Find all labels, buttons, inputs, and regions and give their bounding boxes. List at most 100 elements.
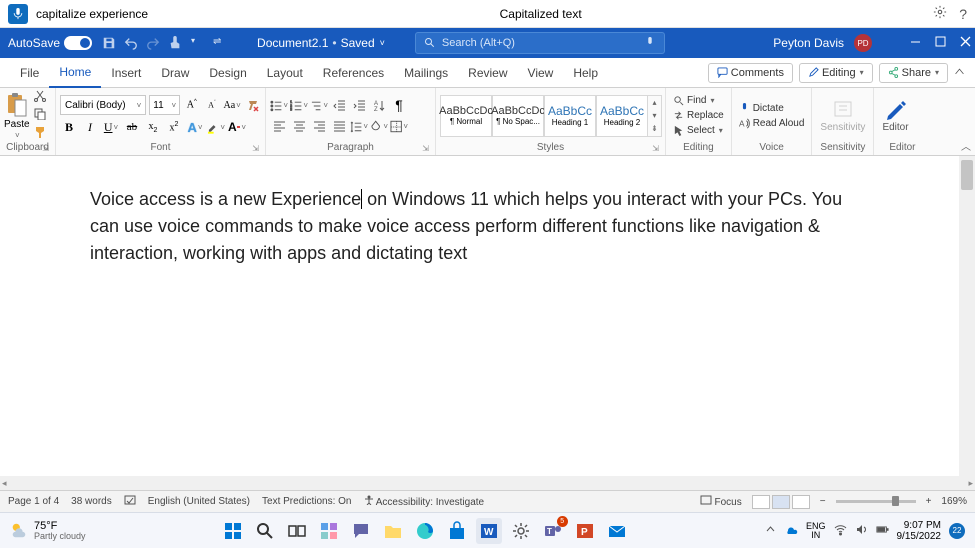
onedrive-icon[interactable] bbox=[785, 523, 798, 539]
multilevel-icon[interactable]: ˅ bbox=[310, 96, 328, 114]
collapse-ribbon-icon[interactable]: ︿ bbox=[961, 138, 971, 153]
clear-format-icon[interactable] bbox=[244, 96, 261, 114]
qat-dropdown-icon[interactable]: ▾ bbox=[191, 36, 205, 50]
align-right-icon[interactable] bbox=[310, 117, 328, 135]
style-heading2[interactable]: AaBbCcHeading 2 bbox=[596, 95, 648, 137]
strikethrough-icon[interactable]: ab bbox=[123, 118, 141, 136]
styles-more-icon[interactable]: ⇟ bbox=[648, 122, 661, 135]
launcher-icon[interactable]: ⇲ bbox=[422, 144, 429, 153]
paste-button[interactable]: Paste˅ bbox=[4, 92, 30, 140]
comments-button[interactable]: Comments bbox=[708, 63, 793, 83]
edge-icon[interactable] bbox=[412, 518, 438, 544]
share-button[interactable]: Share▾ bbox=[879, 63, 948, 83]
italic-icon[interactable]: I bbox=[81, 118, 99, 136]
document-title[interactable]: Document2.1 • Saved ˅ bbox=[257, 36, 385, 50]
tab-insert[interactable]: Insert bbox=[101, 58, 151, 88]
search-box[interactable]: Search (Alt+Q) bbox=[415, 32, 665, 54]
styles-gallery[interactable]: AaBbCcDc¶ Normal AaBbCcDc¶ No Spac... Aa… bbox=[440, 95, 662, 137]
styles-down-icon[interactable]: ▾ bbox=[648, 109, 661, 122]
replace-button[interactable]: Replace bbox=[670, 109, 727, 122]
focus-button[interactable]: Focus bbox=[700, 495, 742, 508]
font-name-dropdown[interactable]: Calibri (Body)˅ bbox=[60, 95, 146, 115]
tab-references[interactable]: References bbox=[313, 58, 394, 88]
help-icon[interactable]: ? bbox=[959, 6, 967, 22]
editing-mode-button[interactable]: Editing▾ bbox=[799, 63, 873, 83]
increase-indent-icon[interactable] bbox=[350, 96, 368, 114]
align-left-icon[interactable] bbox=[270, 117, 288, 135]
bold-icon[interactable]: B bbox=[60, 118, 78, 136]
volume-icon[interactable] bbox=[855, 523, 868, 539]
tab-draw[interactable]: Draw bbox=[151, 58, 199, 88]
find-button[interactable]: Find▾ bbox=[670, 94, 727, 107]
highlight-icon[interactable]: ˅ bbox=[207, 118, 225, 136]
close-icon[interactable] bbox=[960, 36, 971, 50]
zoom-level[interactable]: 169% bbox=[941, 496, 967, 507]
print-layout-icon[interactable] bbox=[772, 495, 790, 509]
shrink-font-icon[interactable]: Aˇ bbox=[203, 96, 220, 114]
zoom-in-icon[interactable]: + bbox=[926, 496, 932, 507]
read-aloud-button[interactable]: ARead Aloud bbox=[736, 117, 808, 130]
read-mode-icon[interactable] bbox=[752, 495, 770, 509]
toggle-switch[interactable] bbox=[64, 36, 92, 50]
tab-view[interactable]: View bbox=[518, 58, 564, 88]
language-indicator[interactable]: ENGIN bbox=[806, 522, 826, 540]
justify-icon[interactable] bbox=[330, 117, 348, 135]
superscript-icon[interactable]: x2 bbox=[165, 118, 183, 136]
change-case-icon[interactable]: Aa˅ bbox=[223, 96, 240, 114]
tab-home[interactable]: Home bbox=[49, 58, 101, 88]
styles-up-icon[interactable]: ▴ bbox=[648, 96, 661, 109]
document-page[interactable]: Voice access is a new Experience on Wind… bbox=[0, 156, 959, 476]
minimize-icon[interactable] bbox=[910, 36, 921, 50]
ribbon-mode-icon[interactable] bbox=[954, 66, 965, 80]
undo-icon[interactable] bbox=[124, 36, 138, 50]
bullets-icon[interactable]: ˅ bbox=[270, 96, 288, 114]
cut-icon[interactable] bbox=[34, 90, 46, 105]
user-name[interactable]: Peyton Davis bbox=[773, 36, 844, 50]
text-effects-icon[interactable]: A˅ bbox=[186, 118, 204, 136]
underline-icon[interactable]: U˅ bbox=[102, 118, 120, 136]
tab-file[interactable]: File bbox=[10, 58, 49, 88]
web-layout-icon[interactable] bbox=[792, 495, 810, 509]
launcher-icon[interactable]: ⇲ bbox=[252, 144, 259, 153]
language-status[interactable]: English (United States) bbox=[148, 496, 250, 507]
horizontal-scrollbar[interactable]: ◂▸ bbox=[0, 476, 975, 490]
touch-mode-icon[interactable] bbox=[168, 36, 182, 50]
copy-icon[interactable] bbox=[34, 108, 46, 123]
word-icon[interactable]: W bbox=[476, 518, 502, 544]
settings-icon[interactable] bbox=[933, 5, 947, 22]
text-predictions-status[interactable]: Text Predictions: On bbox=[262, 496, 351, 507]
accessibility-status[interactable]: Accessibility: Investigate bbox=[364, 495, 485, 508]
numbering-icon[interactable]: 123˅ bbox=[290, 96, 308, 114]
mic-icon[interactable] bbox=[8, 4, 28, 24]
tab-layout[interactable]: Layout bbox=[257, 58, 313, 88]
tab-mailings[interactable]: Mailings bbox=[394, 58, 458, 88]
autosave-toggle[interactable]: AutoSave bbox=[8, 36, 92, 50]
maximize-icon[interactable] bbox=[935, 36, 946, 50]
clock[interactable]: 9:07 PM9/15/2022 bbox=[897, 520, 942, 542]
search-taskbar-icon[interactable] bbox=[252, 518, 278, 544]
subscript-icon[interactable]: x2 bbox=[144, 118, 162, 136]
grow-font-icon[interactable]: A^ bbox=[183, 96, 200, 114]
user-avatar[interactable]: PD bbox=[854, 34, 872, 52]
tab-help[interactable]: Help bbox=[563, 58, 608, 88]
page-count[interactable]: Page 1 of 4 bbox=[8, 496, 59, 507]
search-mic-icon[interactable] bbox=[644, 37, 656, 49]
chat-icon[interactable] bbox=[348, 518, 374, 544]
format-painter-icon[interactable] bbox=[34, 126, 46, 141]
editor-button[interactable]: Editor bbox=[878, 94, 912, 137]
line-spacing-icon[interactable]: ˅ bbox=[350, 117, 368, 135]
spell-check-icon[interactable] bbox=[124, 495, 136, 508]
tray-overflow-icon[interactable] bbox=[764, 523, 777, 539]
task-view-icon[interactable] bbox=[284, 518, 310, 544]
redo-icon[interactable] bbox=[146, 36, 160, 50]
style-no-spacing[interactable]: AaBbCcDc¶ No Spac... bbox=[492, 95, 544, 137]
scroll-left-icon[interactable]: ◂ bbox=[2, 478, 7, 489]
battery-icon[interactable] bbox=[876, 523, 889, 539]
save-icon[interactable] bbox=[102, 36, 116, 50]
launcher-icon[interactable]: ⇲ bbox=[42, 144, 49, 153]
powerpoint-icon[interactable]: P bbox=[572, 518, 598, 544]
scroll-thumb[interactable] bbox=[961, 160, 973, 190]
widgets-icon[interactable] bbox=[316, 518, 342, 544]
style-normal[interactable]: AaBbCcDc¶ Normal bbox=[440, 95, 492, 137]
settings-app-icon[interactable] bbox=[508, 518, 534, 544]
